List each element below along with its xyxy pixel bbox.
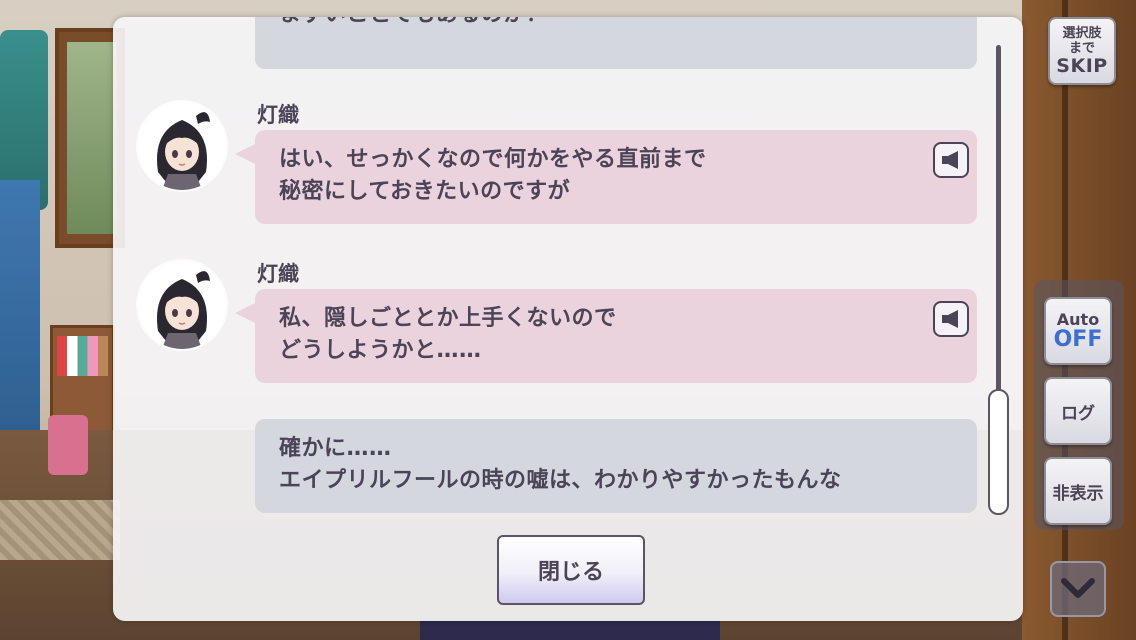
speaker-name: 灯織 bbox=[257, 262, 299, 286]
auto-toggle-button[interactable]: Auto OFF bbox=[1044, 297, 1112, 365]
backlog-panel: まずいことでもあるのか？ 灯織 はい、せっかくなので何かをやる直前まで 秘密にし… bbox=[113, 17, 1023, 621]
skip-to-choice-button[interactable]: 選択肢 まで SKIP bbox=[1048, 17, 1116, 85]
log-line: 私、隠しごととか上手くないので bbox=[279, 306, 617, 331]
log-entry: はい、せっかくなので何かをやる直前まで 秘密にしておきたいのですが bbox=[235, 130, 977, 224]
menu-toggle-button[interactable] bbox=[1050, 561, 1106, 617]
log-entry-partial: まずいことでもあるのか？ bbox=[255, 17, 977, 69]
log-line: エイプリルフールの時の嘘は、わかりやすかったもんな bbox=[279, 468, 842, 493]
character-portrait bbox=[138, 261, 226, 349]
speaker-icon bbox=[942, 151, 958, 169]
close-button[interactable]: 閉じる bbox=[497, 535, 645, 605]
basin bbox=[48, 415, 88, 475]
skip-label-line2: まで bbox=[1068, 41, 1095, 56]
voice-replay-button[interactable] bbox=[933, 142, 969, 178]
speaker-icon bbox=[942, 310, 958, 328]
backlog-list[interactable]: まずいことでもあるのか？ 灯織 はい、せっかくなので何かをやる直前まで 秘密にし… bbox=[113, 17, 993, 537]
voice-replay-button[interactable] bbox=[933, 301, 969, 337]
auto-state: OFF bbox=[1053, 327, 1103, 352]
log-line: まずいことでもあるのか？ bbox=[279, 17, 953, 31]
speaker-name: 灯織 bbox=[257, 103, 299, 127]
log-entry: 確かに…… エイプリルフールの時の嘘は、わかりやすかったもんな bbox=[255, 419, 977, 513]
avatar bbox=[138, 102, 226, 190]
skip-label-line3: SKIP bbox=[1056, 55, 1108, 77]
log-line: 秘密にしておきたいのですが bbox=[279, 179, 571, 204]
character-portrait bbox=[138, 102, 226, 190]
wall-poster bbox=[0, 180, 40, 440]
log-entry: 私、隠しごととか上手くないので どうしようかと…… bbox=[235, 289, 977, 383]
skip-label-line1: 選択肢 bbox=[1062, 26, 1102, 41]
log-line: はい、せっかくなので何かをやる直前まで bbox=[279, 147, 707, 172]
rug bbox=[0, 500, 120, 560]
log-label: ログ bbox=[1061, 403, 1095, 424]
hide-ui-button[interactable]: 非表示 bbox=[1044, 457, 1112, 525]
log-line: どうしようかと…… bbox=[279, 338, 482, 363]
chevron-down-icon bbox=[1061, 578, 1095, 598]
avatar bbox=[138, 261, 226, 349]
hide-label: 非表示 bbox=[1052, 483, 1104, 504]
character-clothing bbox=[420, 618, 720, 640]
scrollbar-thumb[interactable] bbox=[988, 389, 1009, 515]
log-button[interactable]: ログ bbox=[1044, 377, 1112, 445]
log-line: 確かに…… bbox=[279, 436, 392, 461]
